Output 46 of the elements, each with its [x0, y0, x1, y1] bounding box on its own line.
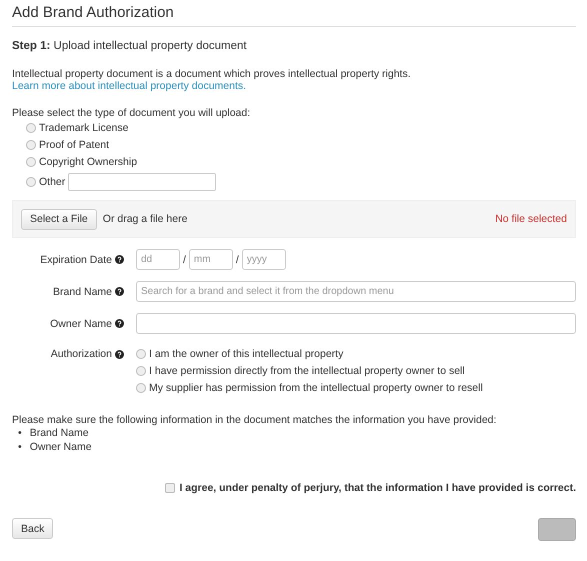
help-icon[interactable]: [115, 287, 124, 296]
bullet: •: [18, 440, 22, 454]
bullet: •: [18, 426, 22, 440]
date-separator: /: [183, 254, 186, 266]
file-status: No file selected: [495, 213, 567, 225]
help-icon[interactable]: [115, 255, 124, 264]
date-field[interactable]: dd: [136, 249, 180, 270]
drag-hint: Or drag a file here: [102, 213, 188, 225]
date-field[interactable]: mm: [188, 249, 233, 270]
radio-button[interactable]: [26, 122, 36, 132]
radio-button[interactable]: [136, 348, 146, 358]
option-label: Copyright Ownership: [39, 156, 138, 168]
option-label: I am the owner of this intellectual property: [149, 348, 344, 360]
option-label: Proof of Patent: [39, 138, 110, 150]
list-item: Owner Name: [30, 440, 92, 454]
radio-button[interactable]: [26, 140, 36, 150]
match-note: Please make sure the following information in the document matches the information you have provided:: [12, 414, 498, 426]
back-button[interactable]: Back: [12, 518, 54, 539]
other-field[interactable]: [68, 173, 216, 191]
step-heading: Step 1: Upload intellectual property document: [12, 40, 248, 52]
date-separator: /: [236, 254, 239, 266]
option-label: Other: [39, 176, 66, 188]
list-item: Brand Name: [30, 426, 89, 440]
option-label: I have permission directly from the intellectual property owner to sell: [149, 364, 465, 376]
checkbox[interactable]: [165, 483, 176, 493]
document-type-prompt: Please select the type of document you will upload:: [12, 107, 252, 119]
select-file-button[interactable]: Select a File: [21, 208, 97, 230]
option-label: Trademark License: [39, 122, 128, 134]
page-title: Add Brand Authorization: [12, 4, 576, 27]
owner-name-field[interactable]: [136, 313, 576, 334]
field-label: Owner Name: [50, 318, 112, 330]
help-icon[interactable]: [115, 350, 124, 358]
help-icon[interactable]: [115, 319, 124, 328]
radio-button[interactable]: [136, 366, 146, 376]
option-label: My supplier has permission from the intellectual property owner to resell: [149, 382, 483, 394]
intro-text: Intellectual property document is a document which proves intellectual property rights.: [12, 68, 412, 80]
field-label: Brand Name: [53, 286, 112, 298]
radio-button[interactable]: [26, 156, 36, 166]
brand-search-field[interactable]: Search for a brand and select it from the dropdown menu: [136, 281, 576, 302]
learn-more-link[interactable]: Learn more about intellectual property documents.: [12, 80, 246, 92]
field-label: Expiration Date: [40, 254, 112, 266]
radio-button[interactable]: [26, 177, 36, 187]
radio-button[interactable]: [136, 382, 146, 392]
field-label: Authorization: [50, 348, 112, 360]
date-field[interactable]: yyyy: [242, 249, 286, 270]
agreement-label: I agree, under penalty of perjury, that the information I have provided is correct.: [179, 482, 576, 494]
